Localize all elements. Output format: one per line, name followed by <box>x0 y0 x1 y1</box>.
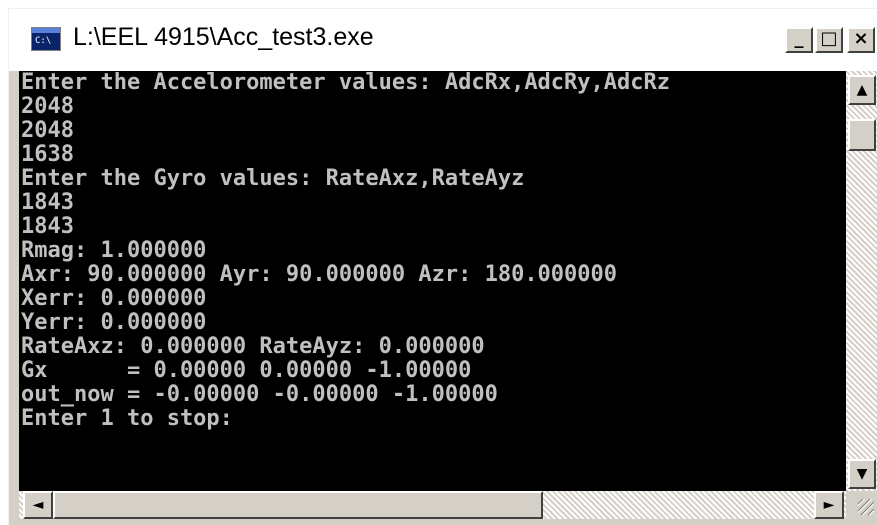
console-line: out_now = -0.00000 -0.00000 -1.00000 <box>21 382 498 407</box>
console-line: RateAxz: 0.000000 RateAyz: 0.000000 <box>21 334 485 359</box>
console-line: 2048 <box>21 118 74 143</box>
console-line: Rmag: 1.000000 <box>21 238 207 263</box>
console-line: 1638 <box>21 142 74 167</box>
console-output[interactable]: Enter the Accelorometer values: AdcRx,Ad… <box>19 71 846 491</box>
console-icon[interactable]: C:\ <box>31 27 61 51</box>
close-button[interactable]: × <box>847 27 875 53</box>
console-prompt: Enter 1 to stop: <box>21 406 233 431</box>
console-line: Enter the Accelorometer values: AdcRx,Ad… <box>21 71 671 95</box>
console-line: Axr: 90.000000 Ayr: 90.000000 Azr: 180.0… <box>21 262 618 287</box>
console-line: 2048 <box>21 94 74 119</box>
horizontal-scroll-thumb[interactable] <box>53 491 543 519</box>
maximize-button[interactable]: □ <box>815 27 843 53</box>
vertical-scrollbar[interactable]: ▲ ▼ <box>846 71 877 491</box>
window-title: L:\EEL 4915\Acc_test3.exe <box>73 23 374 51</box>
horizontal-scrollbar[interactable]: ◄ ► <box>19 491 846 519</box>
minimize-button[interactable]: _ <box>785 27 813 53</box>
console-line: Xerr: 0.000000 <box>21 286 207 311</box>
console-line: Yerr: 0.000000 <box>21 310 207 335</box>
resize-grip-icon[interactable] <box>846 491 877 519</box>
scroll-up-arrow-icon[interactable]: ▲ <box>848 75 876 105</box>
scroll-right-arrow-icon[interactable]: ► <box>814 491 844 519</box>
console-window: C:\ L:\EEL 4915\Acc_test3.exe _ □ × Ente… <box>8 8 877 525</box>
console-icon-label: C:\ <box>35 36 52 46</box>
title-bar[interactable]: C:\ L:\EEL 4915\Acc_test3.exe _ □ × <box>9 9 877 71</box>
console-line: Enter the Gyro values: RateAxz,RateAyz <box>21 166 525 191</box>
console-line: 1843 <box>21 190 74 215</box>
vertical-scroll-thumb[interactable] <box>848 119 876 151</box>
scroll-left-arrow-icon[interactable]: ◄ <box>23 491 53 519</box>
scroll-down-arrow-icon[interactable]: ▼ <box>848 459 876 489</box>
console-line: 1843 <box>21 214 74 239</box>
console-line: Gx = 0.00000 0.00000 -1.00000 <box>21 358 472 383</box>
